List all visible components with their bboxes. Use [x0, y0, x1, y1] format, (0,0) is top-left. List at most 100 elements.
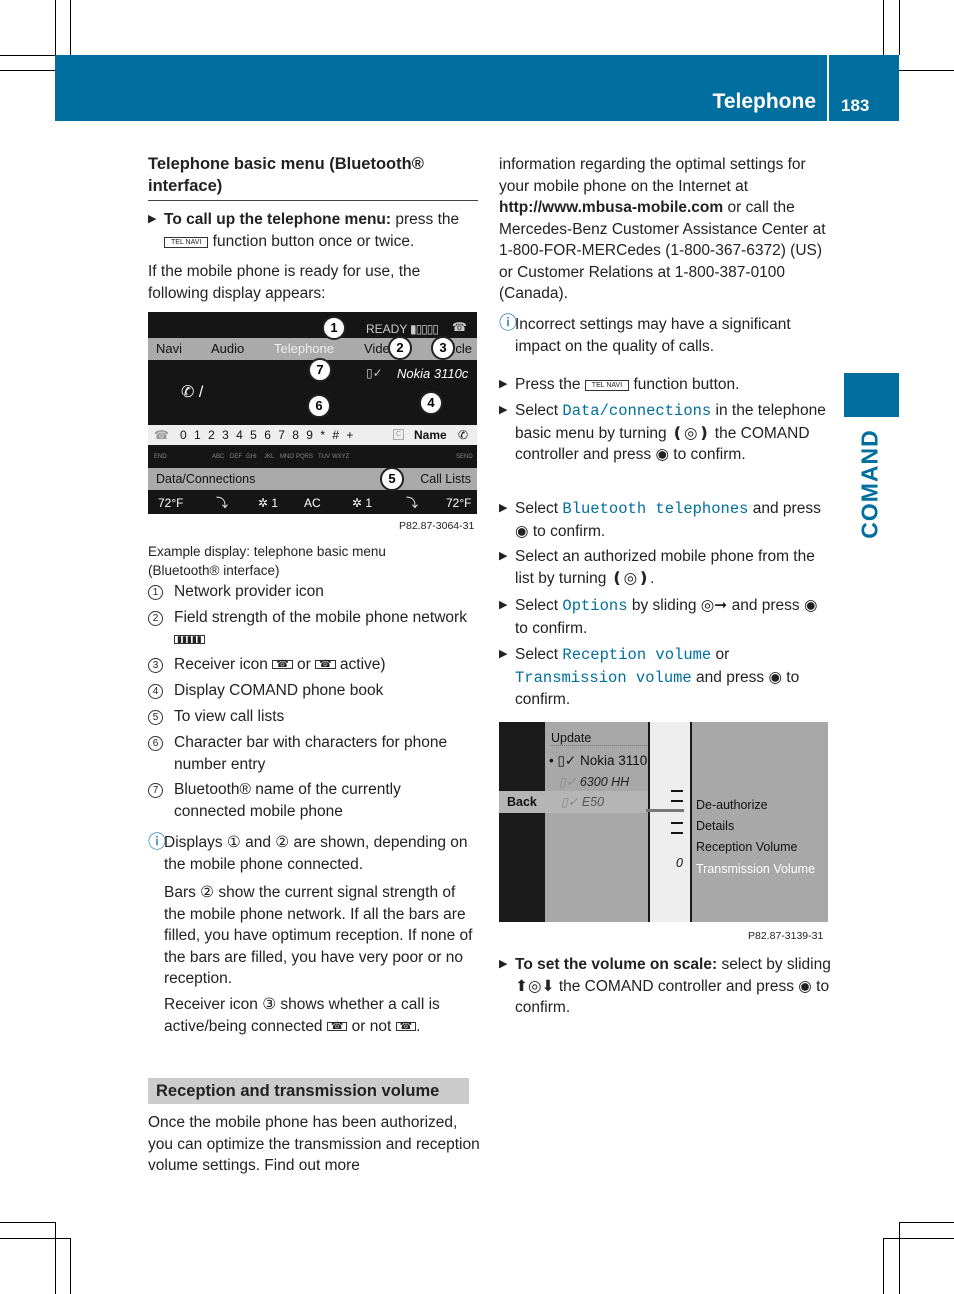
section-heading-2: Reception and transmission volume — [148, 1078, 469, 1104]
display-telephone-menu: READY ▮▯▯▯▯ ☎ Navi Audio Telephone Video… — [148, 312, 477, 514]
press-icon: ◉ — [804, 597, 818, 614]
header-bar: Telephone — [55, 55, 827, 121]
receiver-on-icon: ☎ — [315, 660, 336, 670]
airflow-icon: ⤵ — [406, 496, 419, 510]
character-bar[interactable]: ☎ 0 1 2 3 4 5 6 7 8 9 * # + C Name ✆ — [148, 425, 477, 445]
tel-navi-key-icon: TEL NAVI — [164, 236, 209, 248]
crop-mark — [883, 1238, 884, 1294]
step: ▶ Select an authorized mobile phone from … — [499, 548, 815, 587]
figure-caption: Example display: telephone basic menu (B… — [148, 544, 386, 578]
side-tab — [844, 373, 899, 417]
crop-mark — [899, 70, 954, 71]
menu-item-reception-volume[interactable]: Reception Volume — [696, 837, 797, 859]
slide-right-icon: ◎➞ — [700, 597, 728, 614]
slide-up-down-icon: ⬆◎⬇ — [515, 977, 555, 995]
crop-mark — [70, 1238, 71, 1294]
scale-value: 0 — [676, 856, 683, 870]
callout-4: 4 — [419, 391, 443, 415]
legend-item: 1 Network provider icon — [148, 581, 478, 603]
legend-item: 3 Receiver icon ☎ or ☎ active) — [148, 654, 478, 676]
phone-item[interactable]: ▯✓ E50 — [561, 791, 604, 813]
crop-mark — [899, 1222, 954, 1223]
info-text: Receiver icon ③ shows whether a call is … — [164, 996, 440, 1035]
menu-item-details[interactable]: Details — [696, 816, 734, 838]
menu-item-transmission-volume[interactable]: Transmission Volume — [696, 859, 815, 881]
step: ▶ Select Options by sliding ◎➞ and press … — [499, 597, 818, 637]
handset-icon: ✆ / — [181, 384, 204, 401]
info-text: Incorrect settings may have a significan… — [515, 316, 791, 355]
side-tab-label: COMAND — [856, 429, 883, 539]
call-lists-button[interactable]: Call Lists — [420, 468, 471, 490]
step: ▶ Press the TEL NAVI function button. — [499, 376, 740, 393]
clear-key[interactable]: C — [393, 429, 405, 440]
press-icon: ◉ — [515, 522, 529, 540]
phone-name: Nokia 3110c — [397, 366, 469, 381]
section-heading: Telephone basic menu (Bluetooth® interfa… — [148, 154, 478, 201]
tel-navi-key-icon: TEL NAVI — [584, 380, 630, 391]
menu-item-deauthorize[interactable]: De-authorize — [696, 795, 768, 817]
crop-mark — [883, 0, 884, 55]
airflow-icon: ⤵ — [216, 496, 229, 510]
arrow-icon: ▶ — [148, 213, 157, 225]
callout-7: 7 — [308, 358, 332, 382]
crop-mark — [55, 1222, 56, 1294]
tab-telephone[interactable]: Telephone — [274, 338, 334, 360]
tab-navi[interactable]: Navi — [156, 338, 182, 360]
volume-scale[interactable]: 0 — [646, 722, 690, 922]
paragraph: If the mobile phone is ready for use, th… — [148, 263, 421, 302]
manual-page: Telephone 183 COMAND Telephone basic men… — [0, 0, 954, 1294]
section-title: Telephone — [712, 90, 816, 113]
paragraph: Once the mobile phone has been authorize… — [148, 1114, 480, 1174]
climate-bar: 72°F ⤵ ✲ 1 AC ✲ 1 ⤵ 72°F — [148, 492, 477, 514]
end-icon: ☎ — [154, 428, 169, 442]
callout-6: 6 — [307, 394, 331, 418]
scale-slider[interactable] — [646, 809, 684, 812]
crop-mark — [899, 0, 900, 55]
step: ▶ Select Reception volume or Transmission… — [499, 646, 800, 708]
receiver-icon: ☎ — [452, 320, 467, 334]
signal-bars-icon: ▮▮▮▮▮ — [174, 634, 205, 644]
phone-item[interactable]: • ▯✓ Nokia 3110 — [549, 750, 647, 772]
press-icon: ◉ — [655, 446, 669, 463]
characters: 0 1 2 3 4 5 6 7 8 9 * # + — [180, 428, 354, 442]
paragraph: information regarding the optimal settin… — [499, 156, 826, 302]
crop-mark — [55, 0, 56, 55]
url-link[interactable]: http://www.mbusa-mobile.com — [499, 199, 723, 216]
page-number-box: 183 — [829, 55, 899, 121]
receiver-on-icon: ☎ — [326, 1021, 348, 1031]
crop-mark — [883, 1238, 954, 1239]
tab-audio[interactable]: Audio — [211, 338, 244, 360]
image-reference: P82.87-3064-31 — [399, 520, 475, 532]
bottom-bar: Data/Connections Call Lists — [148, 468, 477, 490]
page-number: 183 — [841, 96, 870, 115]
crop-mark — [70, 0, 71, 55]
receiver-off-icon: ☎ — [395, 1021, 417, 1031]
step: ▶ To set the volume on scale: select by s… — [499, 956, 831, 1016]
back-button[interactable]: Back — [507, 791, 537, 813]
turn-controller-icon: ❪◎❫ — [610, 569, 651, 587]
step: ▶ Select Data/connections in the telephon… — [499, 402, 826, 463]
legend-item: 7 Bluetooth® name of the currently connec… — [148, 779, 448, 822]
press-icon: ◉ — [768, 668, 782, 686]
legend-item: 4 Display COMAND phone book — [148, 680, 478, 702]
image-reference: P82.87-3139-31 — [748, 930, 824, 942]
info-text: Displays ① and ② are shown, depending on… — [164, 834, 468, 873]
info-text: Bars ② show the current signal strength … — [164, 884, 473, 987]
send-icon: ✆ — [458, 428, 469, 442]
step: ▶ Select Bluetooth telephones and press ◉… — [499, 500, 821, 540]
legend-item: 2 Field strength of the mobile phone netw… — [148, 607, 478, 650]
bluetooth-phone-icon: ▯✓ — [366, 366, 383, 380]
callout-1: 1 — [322, 316, 346, 340]
data-connections-button[interactable]: Data/Connections — [156, 468, 255, 490]
phone-list: Update • ▯✓ Nokia 3110 ▯✓ 6300 HH — [545, 722, 648, 922]
name-button[interactable]: Name — [414, 425, 447, 445]
press-icon: ◉ — [798, 977, 812, 995]
legend-item: 6 Character bar with characters for phone… — [148, 732, 470, 775]
callout-2: 2 — [388, 336, 412, 360]
update-item[interactable]: Update — [551, 728, 591, 750]
back-row: Back ▯✓ E50 — [499, 791, 648, 813]
crop-mark — [0, 1238, 70, 1239]
callout-3: 3 — [431, 336, 455, 360]
turn-controller-icon: ❪◎❫ — [670, 424, 711, 442]
legend-item: 5 To view call lists — [148, 706, 478, 728]
